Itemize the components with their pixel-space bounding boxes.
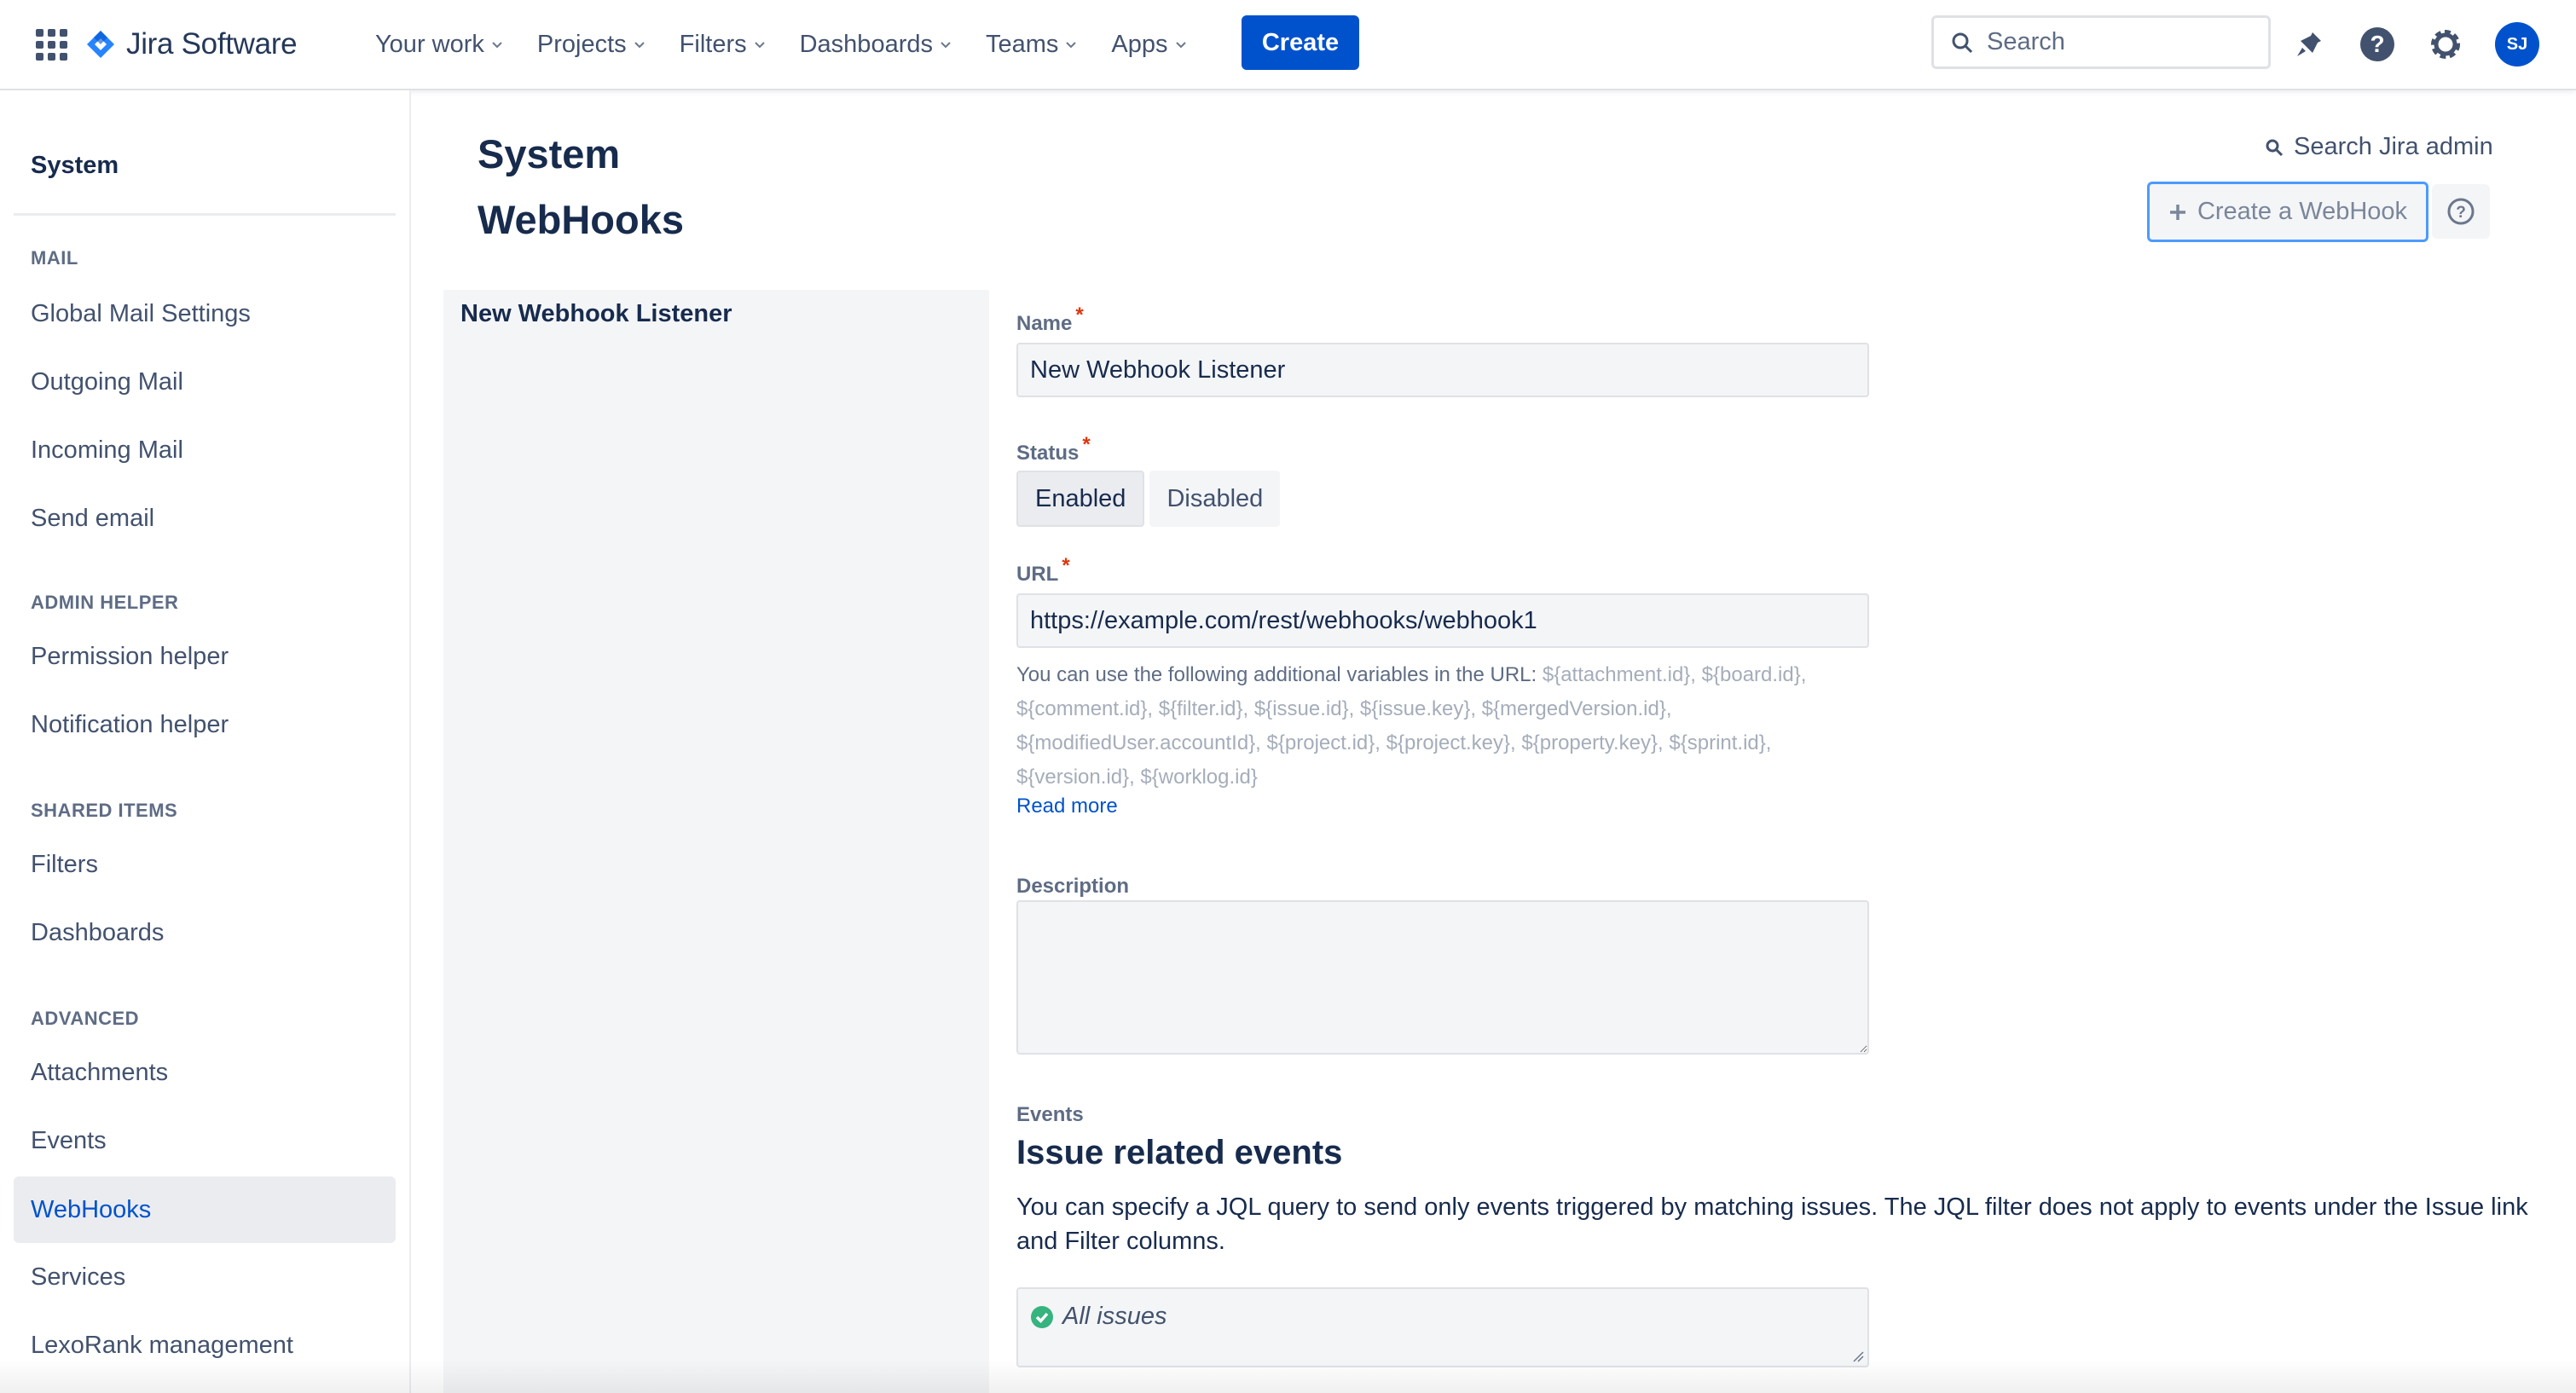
svg-text:?: ? [2370, 31, 2384, 57]
url-label-text: URL [1016, 563, 1059, 586]
help-icon: ? [2447, 198, 2475, 225]
search-icon [2266, 139, 2284, 156]
create-webhook-button[interactable]: Create a WebHook [2147, 182, 2428, 242]
global-search[interactable] [1931, 15, 2271, 69]
settings-icon[interactable] [2423, 22, 2468, 66]
nav-projects[interactable]: Projects [520, 19, 663, 70]
nav-label: Teams [985, 30, 1059, 58]
issue-events-description: You can specify a JQL query to send only… [1016, 1194, 2528, 1255]
url-field[interactable] [1016, 593, 1869, 648]
sidebar-item-dashboards[interactable]: Dashboards [14, 899, 396, 966]
sidebar-item-permission-helper[interactable]: Permission helper [14, 623, 396, 690]
sidebar-title: System [31, 152, 119, 179]
nav-label: Filters [679, 30, 747, 58]
jql-value: All issues [1062, 1303, 1167, 1330]
svg-text:?: ? [2456, 204, 2466, 222]
sidebar-item-send-email[interactable]: Send email [14, 485, 396, 552]
app-name: Jira Software [126, 27, 298, 61]
primary-nav: Your work Projects Filters Dashboards Te… [358, 0, 1204, 89]
name-field[interactable] [1016, 343, 1869, 397]
nav-filters[interactable]: Filters [663, 19, 783, 70]
name-label: Name * [1016, 303, 1084, 336]
read-more-link[interactable]: Read more [1016, 795, 1118, 818]
help-icon[interactable]: ? [2355, 22, 2399, 66]
status-disabled-button[interactable]: Disabled [1149, 471, 1281, 527]
url-label: URL * [1016, 554, 1070, 587]
section-heading-admin-helper: ADMIN HELPER [31, 592, 179, 613]
description-label: Description [1016, 875, 1130, 898]
sidebar-item-events[interactable]: Events [14, 1107, 396, 1174]
sidebar-divider [14, 213, 396, 216]
sidebar-item-incoming-mail[interactable]: Incoming Mail [14, 417, 396, 483]
search-icon [1952, 32, 1973, 53]
plus-icon [2169, 204, 2185, 220]
description-field[interactable] [1016, 900, 1869, 1055]
status-label: Status * [1016, 433, 1091, 465]
chevron-down-icon [1175, 42, 1186, 49]
search-input[interactable] [1987, 28, 2260, 56]
nav-your-work[interactable]: Your work [358, 19, 520, 70]
check-circle-icon [1031, 1306, 1053, 1328]
section-heading-mail: MAIL [31, 247, 78, 269]
nav-dashboards[interactable]: Dashboards [783, 19, 969, 70]
chevron-down-icon [1066, 42, 1077, 49]
status-label-text: Status [1016, 442, 1080, 465]
nav-teams[interactable]: Teams [969, 19, 1094, 70]
sidebar-item-global-mail-settings[interactable]: Global Mail Settings [14, 280, 396, 347]
sidebar-item-services[interactable]: Services [14, 1244, 396, 1310]
jql-filter-field[interactable]: All issues [1016, 1287, 1869, 1367]
nav-apps[interactable]: Apps [1094, 19, 1203, 70]
required-indicator: * [1075, 303, 1084, 327]
url-help-text: You can use the following additional var… [1016, 658, 1869, 795]
section-heading-advanced: ADVANCED [31, 1008, 140, 1029]
sidebar: System MAIL Global Mail Settings Outgoin… [0, 90, 411, 1393]
webhook-help-button[interactable]: ? [2432, 184, 2490, 239]
sidebar-item-attachments[interactable]: Attachments [14, 1039, 396, 1106]
nav-label: Dashboards [799, 30, 933, 58]
sidebar-item-webhooks[interactable]: WebHooks [14, 1176, 396, 1243]
chevron-down-icon [941, 42, 951, 49]
chevron-down-icon [754, 42, 765, 49]
sidebar-item-outgoing-mail[interactable]: Outgoing Mail [14, 349, 396, 415]
chevron-down-icon [492, 42, 502, 49]
jira-diamond-icon [87, 31, 114, 58]
url-help-prefix: You can use the following additional var… [1016, 663, 1543, 686]
nav-label: Apps [1111, 30, 1168, 58]
sidebar-item-filters[interactable]: Filters [14, 831, 396, 898]
notifications-icon[interactable] [2287, 22, 2331, 66]
name-label-text: Name [1016, 312, 1073, 335]
listener-item[interactable]: New Webhook Listener [460, 300, 732, 328]
sidebar-item-lexorank-management[interactable]: LexoRank management [14, 1312, 396, 1379]
search-jira-admin-link[interactable]: Search Jira admin [2265, 133, 2493, 161]
create-webhook-label: Create a WebHook [2197, 198, 2408, 225]
page-title: System WebHooks [478, 131, 684, 242]
webhook-listener-list: New Webhook Listener [443, 290, 989, 1393]
status-enabled-button[interactable]: Enabled [1016, 471, 1145, 527]
top-navigation: Jira Software Your work Projects Filters… [0, 0, 2576, 90]
jira-logo[interactable]: Jira Software [85, 22, 298, 66]
nav-label: Your work [375, 30, 484, 58]
issue-related-events-heading: Issue related events [1016, 1134, 1343, 1171]
resize-handle-icon[interactable] [1852, 1350, 1864, 1362]
create-button[interactable]: Create [1242, 15, 1359, 70]
avatar[interactable]: SJ [2495, 22, 2539, 66]
status-toggle-group: Enabled Disabled [1016, 471, 1281, 527]
app-switcher-icon[interactable] [34, 27, 68, 61]
chevron-down-icon [634, 42, 645, 49]
required-indicator: * [1062, 554, 1070, 577]
sidebar-item-notification-helper[interactable]: Notification helper [14, 691, 396, 758]
required-indicator: * [1082, 433, 1091, 456]
section-heading-shared-items: SHARED ITEMS [31, 800, 178, 821]
nav-label: Projects [536, 30, 627, 58]
events-label: Events [1016, 1103, 1084, 1126]
search-jira-admin-label: Search Jira admin [2294, 133, 2493, 160]
